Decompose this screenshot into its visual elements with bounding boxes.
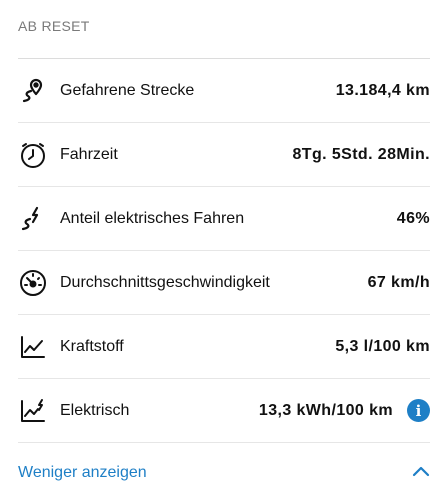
stat-label-electric: Elektrisch <box>60 401 130 419</box>
stat-value-avg-speed: 67 km/h <box>367 273 430 291</box>
electric-consumption-chart-icon <box>18 396 48 426</box>
stat-label-avg-speed: Durchschnittsgeschwindigkeit <box>60 273 270 291</box>
stat-row-electric-share: Anteil elektrisches Fahren 46% <box>18 187 430 251</box>
stats-list: Gefahrene Strecke 13.184,4 km Fahrzeit 8… <box>18 59 430 443</box>
section-header: AB RESET <box>18 18 90 34</box>
stat-label-duration: Fahrzeit <box>60 145 118 163</box>
chevron-up-icon[interactable] <box>412 464 430 482</box>
stat-label-fuel: Kraftstoff <box>60 337 124 355</box>
fuel-consumption-chart-icon <box>18 332 48 362</box>
speedometer-icon <box>18 268 48 298</box>
stat-label-electric-share: Anteil elektrisches Fahren <box>60 209 245 227</box>
stat-value-duration: 8Tg. 5Std. 28Min. <box>292 145 430 163</box>
stat-row-duration: Fahrzeit 8Tg. 5Std. 28Min. <box>18 123 430 187</box>
show-less-label[interactable]: Weniger anzeigen <box>18 464 147 482</box>
stat-value-fuel: 5,3 l/100 km <box>335 337 430 355</box>
route-pin-icon <box>18 76 48 106</box>
stat-value-distance: 13.184,4 km <box>335 81 430 99</box>
clock-icon <box>18 140 48 170</box>
stat-label-distance: Gefahrene Strecke <box>60 81 195 99</box>
stat-value-electric-share: 46% <box>396 209 430 227</box>
electric-route-icon <box>18 204 48 234</box>
stat-value-electric: 13,3 kWh/100 km <box>258 401 393 419</box>
stat-row-avg-speed: Durchschnittsgeschwindigkeit 67 km/h <box>18 251 430 315</box>
stat-row-distance: Gefahrene Strecke 13.184,4 km <box>18 59 430 123</box>
stat-row-fuel: Kraftstoff 5,3 l/100 km <box>18 315 430 379</box>
show-less-toggle[interactable]: Weniger anzeigen <box>18 455 430 491</box>
stat-row-electric: Elektrisch 13,3 kWh/100 km i <box>18 379 430 443</box>
info-icon[interactable]: i <box>407 399 430 422</box>
